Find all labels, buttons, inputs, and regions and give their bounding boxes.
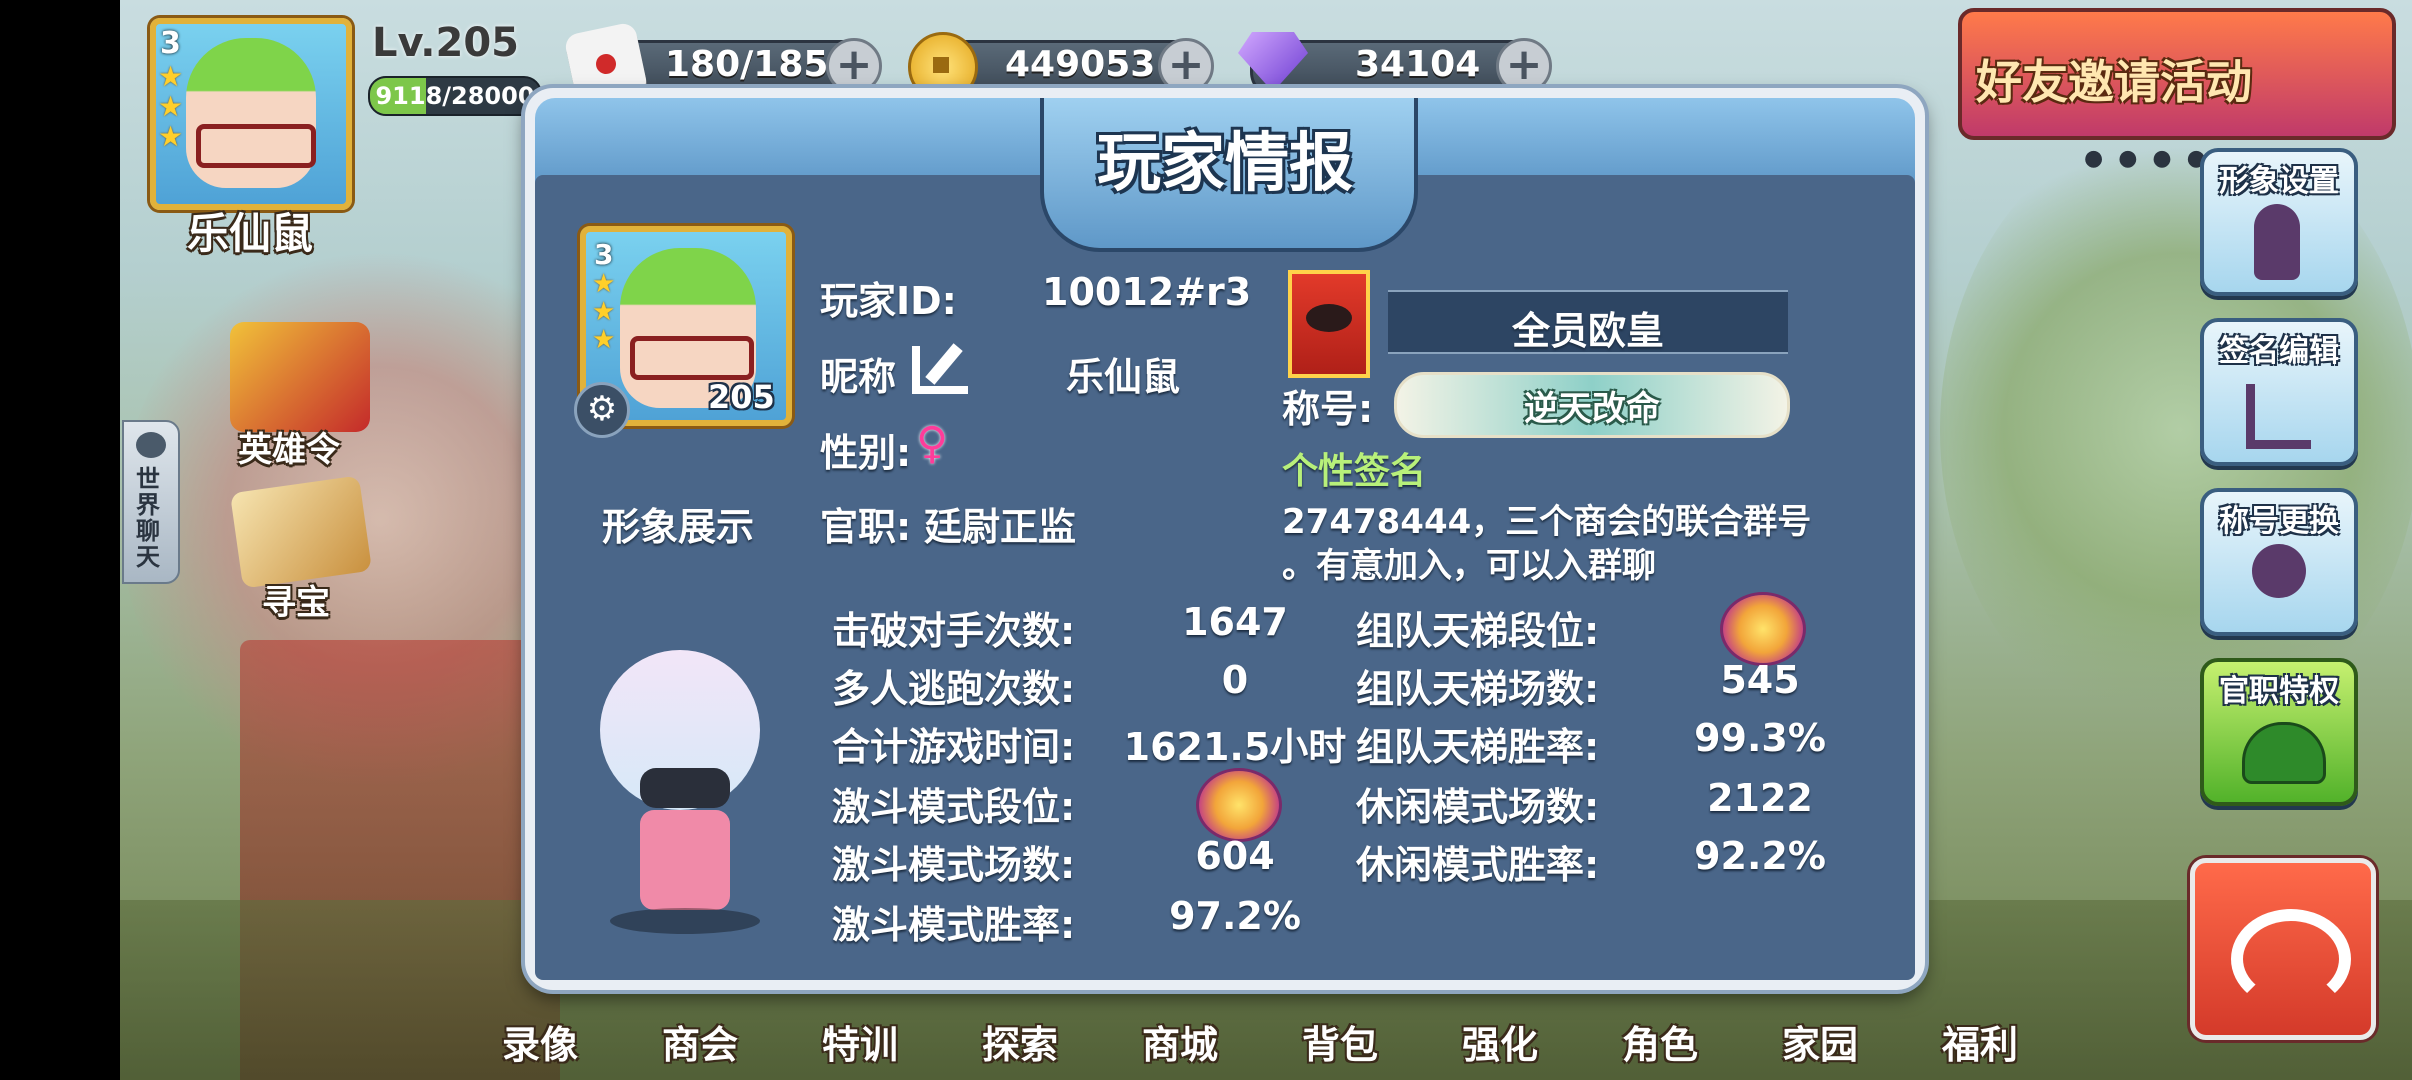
stat-escapes-label: 多人逃跑次数: <box>832 667 1076 711</box>
title-change-button[interactable]: 称号更换 <box>2200 488 2358 636</box>
person-icon <box>2254 204 2300 280</box>
nav-home[interactable]: 家园 <box>1782 1014 1858 1069</box>
stat-playtime-value: 1621.5小时 <box>1123 725 1347 769</box>
world-chat-label: 世界聊天 <box>136 465 160 571</box>
office-label: 官职: <box>820 505 912 549</box>
stat-team-winrate-label: 组队天梯胜率: <box>1356 725 1600 769</box>
player-id-value: 10012#r3 <box>1042 270 1252 314</box>
stat-casual-matches-value: 2122 <box>1707 776 1813 820</box>
player-level: Lv.205 <box>372 20 519 66</box>
stat-team-rank-label: 组队天梯段位: <box>1356 609 1600 653</box>
stat-brawl-rank-label: 激斗模式段位: <box>832 785 1076 829</box>
stat-team-winrate-value: 99.3% <box>1694 716 1826 760</box>
signature-line-1: 27478444，三个商会的联合群号 <box>1282 502 1812 542</box>
nav-guild[interactable]: 商会 <box>662 1014 738 1069</box>
stat-casual-matches-label: 休闲模式场数: <box>1356 785 1600 829</box>
team-rank-icon <box>1720 592 1806 666</box>
signature-label: 个性签名 <box>1282 451 1427 492</box>
stat-brawl-winrate-label: 激斗模式胜率: <box>832 903 1076 947</box>
stat-brawl-winrate-value: 97.2% <box>1169 894 1301 938</box>
stat-team-matches-label: 组队天梯场数: <box>1356 667 1600 711</box>
nav-bag[interactable]: 背包 <box>1302 1014 1378 1069</box>
edit-icon <box>2246 384 2311 449</box>
nav-shop[interactable]: 商城 <box>1142 1014 1218 1069</box>
gold-value: 449053 <box>1005 44 1156 85</box>
title-label: 称号: <box>1282 387 1374 431</box>
avatar-stars-icon: ★ ★ ★ <box>158 60 184 153</box>
modal-avatar-level: 205 <box>708 378 775 416</box>
world-chat-tab[interactable]: 世界聊天 <box>122 420 180 584</box>
return-arrow-icon <box>2231 909 2351 1009</box>
guild-emblem-icon <box>1288 270 1370 378</box>
dice-value: 180/185 <box>665 44 829 85</box>
ribbon-icon <box>2252 544 2306 598</box>
modal-title: 玩家情报 <box>1097 127 1353 201</box>
character-body <box>640 810 730 910</box>
stat-kills-value: 1647 <box>1182 600 1288 644</box>
guild-name: 全员欧皇 <box>1511 309 1664 353</box>
event-banner-text: 好友邀请活动 <box>1976 55 2252 109</box>
friend-invite-banner[interactable]: 好友邀请活动 <box>1958 8 2396 140</box>
nav-training[interactable]: 特训 <box>822 1014 898 1069</box>
nav-explore[interactable]: 探索 <box>982 1014 1058 1069</box>
player-name: 乐仙鼠 <box>186 209 313 258</box>
signature-line-2: 。有意加入，可以入群聊 <box>1282 546 1656 586</box>
nav-character[interactable]: 角色 <box>1622 1014 1698 1069</box>
title-change-label: 称号更换 <box>2219 504 2339 539</box>
add-diamond-button[interactable]: + <box>1496 38 1552 94</box>
diamond-value: 34104 <box>1355 44 1481 85</box>
female-gender-icon: ♀ <box>916 418 949 469</box>
avatar-settings-label: 形象设置 <box>2219 164 2339 199</box>
title-badge: 逆天改命 <box>1394 372 1790 438</box>
character-mask <box>640 768 730 808</box>
nickname-edit-icon[interactable] <box>912 343 968 394</box>
add-dice-button[interactable]: + <box>826 38 882 94</box>
hero-token-icon[interactable] <box>230 322 370 432</box>
nickname-value: 乐仙鼠 <box>1066 355 1181 399</box>
office-value: 廷尉正监 <box>924 505 1077 549</box>
stat-playtime-label: 合计游戏时间: <box>832 725 1076 769</box>
stat-kills-label: 击破对手次数: <box>832 609 1076 653</box>
treasure-label: 寻宝 <box>262 583 330 623</box>
exp-text: 9118/28000 <box>375 82 535 110</box>
show-appearance-label: 形象展示 <box>602 505 755 549</box>
modal-avatar-star-count: 3 <box>594 238 614 271</box>
avatar-glasses <box>196 124 316 168</box>
office-privilege-label: 官职特权 <box>2219 674 2339 709</box>
add-gold-button[interactable]: + <box>1158 38 1214 94</box>
character-figure <box>590 640 780 940</box>
nav-replay[interactable]: 录像 <box>502 1014 578 1069</box>
exp-bar: 9118/28000 <box>368 76 542 116</box>
nickname-label: 昵称 <box>820 355 897 399</box>
chat-bubble-icon <box>136 432 166 458</box>
avatar-gear-icon[interactable]: ⚙ <box>574 382 630 438</box>
modal-avatar-stars-icon: ★ ★ ★ <box>592 269 616 355</box>
player-avatar[interactable]: 3 ★ ★ ★ <box>150 18 352 210</box>
modal-avatar-glasses <box>630 336 754 380</box>
office-privilege-button[interactable]: 官职特权 <box>2200 658 2358 806</box>
gender-label: 性别: <box>820 431 912 475</box>
avatar-star-count: 3 <box>160 26 181 61</box>
nav-enhance[interactable]: 强化 <box>1462 1014 1538 1069</box>
stat-casual-winrate-label: 休闲模式胜率: <box>1356 843 1600 887</box>
hat-icon <box>2242 722 2326 784</box>
avatar-settings-button[interactable]: 形象设置 <box>2200 148 2358 296</box>
stat-brawl-matches-value: 604 <box>1195 834 1275 878</box>
stat-casual-winrate-value: 92.2% <box>1694 834 1826 878</box>
nav-welfare[interactable]: 福利 <box>1942 1014 2018 1069</box>
signature-edit-button[interactable]: 签名编辑 <box>2200 318 2358 466</box>
signature-edit-label: 签名编辑 <box>2219 334 2339 369</box>
stat-brawl-matches-label: 激斗模式场数: <box>832 843 1076 887</box>
hero-token-label: 英雄令 <box>238 430 340 470</box>
character-shadow <box>610 908 760 934</box>
treasure-map-icon[interactable] <box>229 475 373 589</box>
stat-team-matches-value: 545 <box>1720 658 1800 702</box>
return-button[interactable] <box>2190 858 2376 1040</box>
guild-name-box: 全员欧皇 <box>1388 290 1788 354</box>
stat-escapes-value: 0 <box>1221 658 1249 702</box>
player-id-label: 玩家ID: <box>820 279 957 323</box>
title-badge-text: 逆天改命 <box>1524 389 1660 429</box>
brawl-rank-icon <box>1196 768 1282 842</box>
